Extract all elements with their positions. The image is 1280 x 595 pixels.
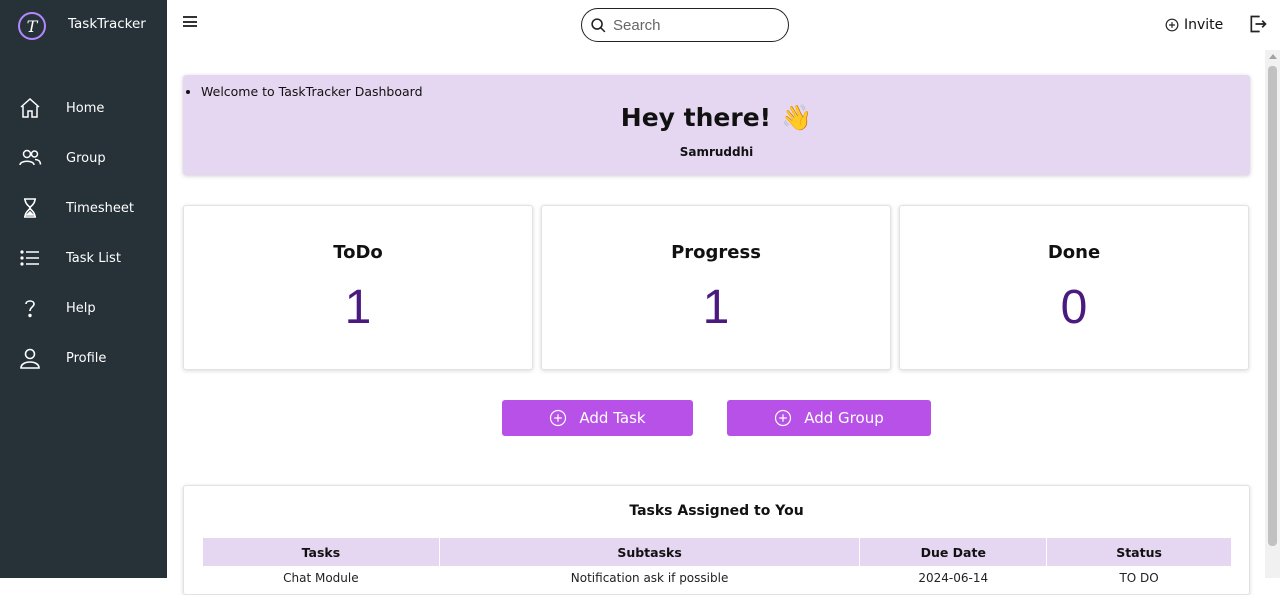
welcome-message: Welcome to TaskTracker Dashboard xyxy=(201,84,423,99)
sidebar-item-profile[interactable]: Profile xyxy=(0,333,167,383)
tasks-title: Tasks Assigned to You xyxy=(629,503,804,519)
task-cell[interactable]: Chat Module xyxy=(203,567,439,589)
search-input[interactable] xyxy=(613,16,773,34)
scroll-up-arrow[interactable] xyxy=(1269,54,1277,59)
profile-icon xyxy=(18,346,42,370)
sidebar-item-label: Profile xyxy=(66,350,107,366)
sidebar-item-group[interactable]: Group xyxy=(0,133,167,183)
logout-icon[interactable] xyxy=(1248,14,1270,36)
card-title: Progress xyxy=(671,242,761,263)
sidebar-item-task-list[interactable]: Task List xyxy=(0,233,167,283)
brand-logo: T xyxy=(18,12,46,40)
column-header: Subtasks xyxy=(439,538,860,566)
table-header-row: Tasks Subtasks Due Date Status xyxy=(203,538,1231,566)
tasks-panel: Tasks Assigned to You Tasks Subtasks Due… xyxy=(183,485,1250,595)
sidebar-nav: Home Group Timesheet Task List Help Prof… xyxy=(0,83,167,383)
brand[interactable]: T TaskTracker xyxy=(18,10,146,42)
list-icon xyxy=(18,246,42,270)
search-icon xyxy=(591,17,606,32)
sidebar-item-help[interactable]: Help xyxy=(0,283,167,333)
brand-name: TaskTracker xyxy=(68,16,146,32)
user-name: Samruddhi xyxy=(679,145,754,159)
todo-card: ToDo 1 xyxy=(183,205,533,370)
invite-label: Invite xyxy=(1184,17,1224,33)
sidebar-item-label: Group xyxy=(66,150,106,166)
progress-card: Progress 1 xyxy=(541,205,891,370)
search-box[interactable] xyxy=(581,8,789,42)
add-task-button[interactable]: Add Task xyxy=(502,400,693,436)
welcome-banner: Welcome to TaskTracker Dashboard Hey the… xyxy=(183,75,1250,175)
column-header: Status xyxy=(1047,538,1231,566)
card-count: 1 xyxy=(702,281,730,334)
welcome-list: Welcome to TaskTracker Dashboard xyxy=(201,84,423,99)
sidebar-item-label: Home xyxy=(66,100,105,116)
help-icon xyxy=(18,296,42,320)
sidebar-item-label: Help xyxy=(66,300,96,316)
menu-icon[interactable] xyxy=(183,16,197,32)
table-row[interactable]: Chat Module Notification ask if possible… xyxy=(203,567,1231,589)
status-cell: TO DO xyxy=(1119,571,1159,585)
sidebar-item-home[interactable]: Home xyxy=(0,83,167,133)
card-count: 0 xyxy=(1060,281,1088,334)
add-group-button[interactable]: Add Group xyxy=(727,400,931,436)
add-task-label: Add Task xyxy=(579,409,646,427)
sidebar-item-timesheet[interactable]: Timesheet xyxy=(0,183,167,233)
subtask-cell: Notification ask if possible xyxy=(570,571,729,585)
add-group-label: Add Group xyxy=(804,409,884,427)
hourglass-icon xyxy=(18,196,42,220)
greeting: Hey there! 👋 xyxy=(183,103,1250,133)
done-card: Done 0 xyxy=(899,205,1249,370)
wave-emoji: 👋 xyxy=(781,103,813,132)
sidebar-item-label: Timesheet xyxy=(66,200,134,216)
due-date-cell: 2024-06-14 xyxy=(918,571,989,585)
greeting-text: Hey there! xyxy=(620,103,772,132)
scrollbar[interactable] xyxy=(1265,50,1280,578)
scroll-thumb[interactable] xyxy=(1268,66,1277,546)
add-circle-icon xyxy=(550,409,567,427)
sidebar-item-label: Task List xyxy=(66,250,121,266)
top-bar: Invite xyxy=(167,0,1280,50)
invite-button[interactable]: Invite xyxy=(1165,14,1223,36)
column-header: Tasks xyxy=(203,538,439,566)
add-circle-icon xyxy=(775,409,792,427)
column-header: Due Date xyxy=(860,538,1047,566)
group-icon xyxy=(18,146,42,170)
home-icon xyxy=(18,96,42,120)
card-title: Done xyxy=(1047,242,1101,263)
add-circle-icon xyxy=(1165,18,1179,32)
sidebar: T TaskTracker Home Group Timesheet Task xyxy=(0,0,167,578)
tasks-table: Tasks Subtasks Due Date Status Chat Modu… xyxy=(202,537,1232,590)
card-count: 1 xyxy=(344,281,372,334)
card-title: ToDo xyxy=(333,242,383,263)
